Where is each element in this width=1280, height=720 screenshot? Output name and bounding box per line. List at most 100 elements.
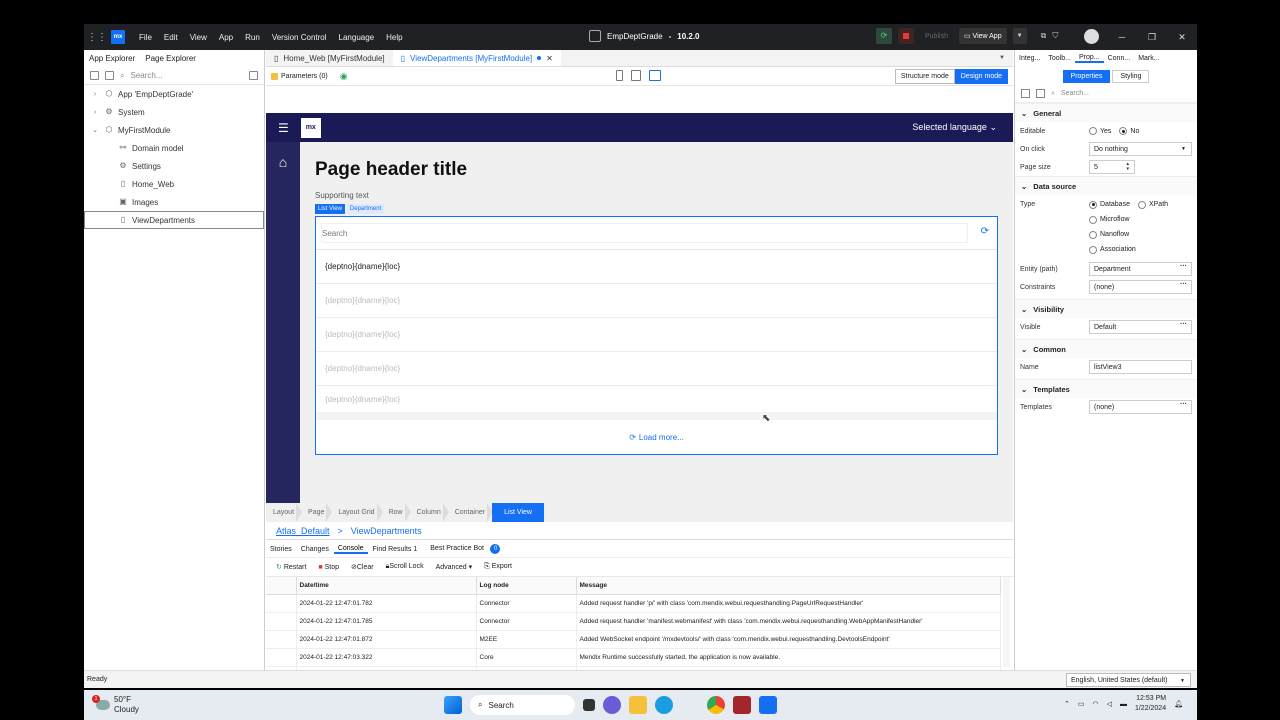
filter-icon[interactable] (249, 71, 258, 80)
tab-find-results[interactable]: Find Results 1 (369, 546, 422, 553)
file-explorer-icon[interactable] (629, 696, 647, 714)
bell-icon[interactable]: 🔔︎ (1174, 700, 1183, 708)
battery-icon[interactable]: ▬ (1120, 701, 1127, 708)
breadcrumb-list-view[interactable]: List View (492, 503, 544, 522)
design-mode-button[interactable]: Design mode (954, 69, 1008, 84)
page-title[interactable]: Page header title (315, 159, 1000, 181)
editable-no-radio[interactable]: No (1119, 127, 1139, 135)
section-general[interactable]: ⌄ General (1015, 103, 1197, 122)
run-locally-icon[interactable]: ⟳ (876, 28, 892, 44)
clear-button[interactable]: ⊘Clear (351, 563, 374, 571)
table-row[interactable]: 2024-01-22 12:47:01.782 Connector Added re… (266, 594, 1001, 613)
tab-properties[interactable]: Prop... (1074, 54, 1104, 63)
type-association-radio[interactable]: Association (1089, 242, 1168, 257)
breadcrumb-container[interactable]: Container (448, 503, 494, 522)
properties-search-input[interactable]: Search... (1061, 90, 1089, 97)
section-common[interactable]: ⌄ Common (1015, 339, 1197, 358)
marketplace-icon[interactable]: ⛉ (1052, 31, 1058, 41)
advanced-dropdown[interactable]: Advanced ▾ (436, 563, 473, 571)
tree-item-app[interactable]: › ⬡ App 'EmpDeptGrade' (84, 85, 264, 103)
type-microflow-radio[interactable]: Microflow (1089, 212, 1168, 227)
tab-stories[interactable]: Stories (266, 546, 296, 553)
entity-chip[interactable]: Department (346, 204, 385, 214)
restart-button[interactable]: ↻ Restart (276, 563, 306, 571)
chevron-right-icon[interactable]: › (90, 109, 100, 116)
tree-item-system[interactable]: › ⚙ System (84, 103, 264, 121)
close-icon[interactable]: ✕ (1167, 24, 1197, 50)
network-icon[interactable]: ▭ (1078, 700, 1085, 708)
refresh-icon[interactable]: ⟳ (981, 226, 989, 237)
explorer-search-input[interactable]: Search... (130, 71, 243, 80)
section-visibility[interactable]: ⌄ Visibility (1015, 299, 1197, 318)
close-icon[interactable]: ✕ (546, 54, 553, 63)
restore-icon[interactable]: ❐ (1137, 24, 1167, 50)
search-input[interactable]: Search (321, 223, 968, 243)
structure-mode-button[interactable]: Structure mode (894, 69, 955, 84)
view-app-dropdown[interactable]: ▼ (1012, 28, 1027, 44)
link-icon[interactable] (105, 71, 114, 80)
tab-connector[interactable]: Conn... (1104, 55, 1135, 62)
layout-link[interactable]: Atlas_Default (276, 526, 330, 536)
templates-field[interactable]: (none) ··· (1089, 400, 1192, 414)
tab-integration[interactable]: Integ... (1015, 55, 1044, 62)
menu-help[interactable]: Help (386, 33, 402, 42)
chevron-up-icon[interactable]: ⌃ (1064, 700, 1070, 708)
ellipsis-icon[interactable]: ··· (1180, 263, 1187, 270)
tree-item-settings[interactable]: ⚙ Settings (84, 157, 264, 175)
type-nanoflow-radio[interactable]: Nanoflow (1089, 227, 1168, 242)
scroll-lock-button[interactable]: 🔒︎Scroll Lock (386, 563, 424, 571)
list-item[interactable]: {deptno}{dname}{loc} (316, 386, 997, 420)
weather-widget[interactable]: 1 50°F Cloudy (92, 695, 139, 715)
eye-icon[interactable]: ◉ (340, 71, 348, 82)
tab-toolbox[interactable]: Toolb... (1044, 55, 1075, 62)
section-data-source[interactable]: ⌄ Data source (1015, 176, 1197, 195)
volume-icon[interactable]: ◁ (1107, 700, 1112, 708)
listview-chip[interactable]: List View (315, 204, 345, 214)
tab-home-web[interactable]: ▯ Home_Web [MyFirstModule] (266, 50, 393, 66)
menu-file[interactable]: File (139, 33, 152, 42)
edge-icon[interactable] (655, 696, 673, 714)
editable-yes-radio[interactable]: Yes (1089, 127, 1111, 135)
tab-best-practice-bot[interactable]: Best Practice Bot 0 (422, 544, 504, 554)
entity-field[interactable]: Department ··· (1089, 262, 1192, 276)
wifi-icon[interactable]: ◠ (1092, 700, 1098, 708)
table-header-lognode[interactable]: Log node (476, 577, 577, 595)
chevron-right-icon[interactable]: › (90, 91, 100, 98)
name-input[interactable]: listView3 (1089, 360, 1192, 374)
app-grid-icon[interactable]: ⋮⋮ (87, 32, 107, 43)
collapse-icon[interactable] (90, 71, 99, 80)
tablet-icon[interactable] (631, 70, 641, 81)
table-row[interactable]: 2024-01-22 12:47:01.785 Connector Added re… (266, 612, 1001, 631)
tree-item-myfirstmodule[interactable]: ⌄ ⬡ MyFirstModule (84, 121, 264, 139)
minimize-icon[interactable]: ─ (1107, 24, 1137, 50)
table-header-message[interactable]: Message (576, 577, 1001, 595)
list-item[interactable]: {deptno}{dname}{loc} (316, 318, 997, 352)
windows-start-icon[interactable] (444, 696, 462, 714)
phone-icon[interactable] (616, 70, 623, 81)
table-row[interactable]: 2024-01-22 12:47:03.322 Core Mendix Runtim… (266, 648, 1001, 667)
menu-version-control[interactable]: Version Control (272, 33, 327, 42)
categorize-icon[interactable] (1021, 89, 1030, 98)
access-icon[interactable] (733, 696, 751, 714)
table-row[interactable]: 2024-01-22 12:47:01.872 M2EE Added WebSock… (266, 630, 1001, 649)
ellipsis-icon[interactable]: ··· (1180, 281, 1187, 288)
parameters-button[interactable]: Parameters (0) (281, 73, 328, 80)
menu-run[interactable]: Run (245, 33, 260, 42)
task-view-icon[interactable] (583, 699, 595, 711)
scrollbar[interactable] (1003, 577, 1010, 667)
sort-icon[interactable] (1036, 89, 1045, 98)
menu-edit[interactable]: Edit (164, 33, 178, 42)
menu-language[interactable]: Language (339, 33, 375, 42)
breadcrumb-row[interactable]: Row (382, 503, 411, 522)
on-click-select[interactable]: Do nothing ▼ (1089, 142, 1192, 156)
tree-item-domain-model[interactable]: ⚯ Domain model (84, 139, 264, 157)
desktop-icon[interactable] (649, 70, 661, 81)
mendix-taskbar-icon[interactable] (759, 696, 777, 714)
breadcrumb-layout[interactable]: Layout (266, 503, 303, 522)
list-item[interactable]: {deptno}{dname}{loc} (316, 284, 997, 318)
hamburger-icon[interactable]: ☰ (278, 121, 289, 135)
tab-marketplace[interactable]: Mark... (1134, 55, 1163, 62)
tree-item-home-web[interactable]: ▯ Home_Web (84, 175, 264, 193)
section-templates[interactable]: ⌄ Templates (1015, 379, 1197, 398)
type-database-radio[interactable]: Database (1089, 197, 1130, 212)
